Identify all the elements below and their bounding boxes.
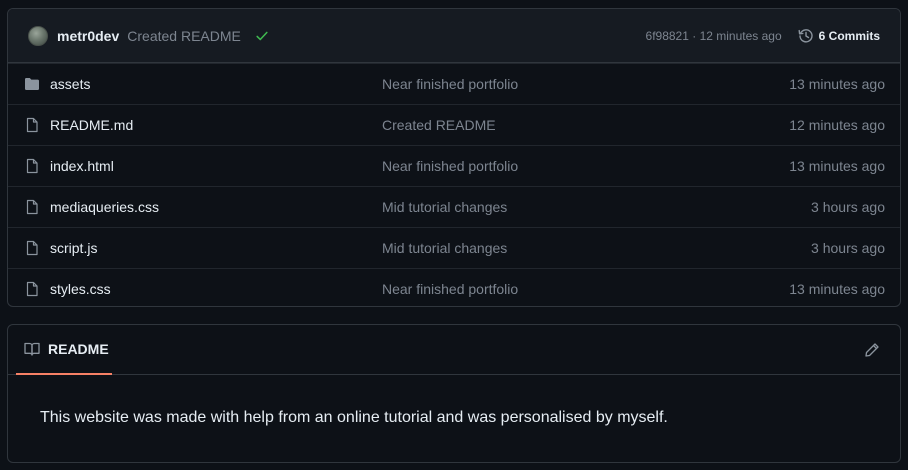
file-time: 13 minutes ago: [789, 158, 885, 174]
file-name[interactable]: styles.css: [50, 281, 111, 297]
file-icon: [24, 240, 40, 256]
latest-commit-bar: metr0dev Created README 6f98821 · 12 min…: [8, 9, 900, 63]
commits-history-link[interactable]: 6 Commits: [798, 28, 880, 44]
book-icon: [24, 341, 40, 357]
file-icon: [24, 281, 40, 297]
commit-message[interactable]: Created README: [127, 28, 241, 44]
history-icon: [798, 28, 819, 44]
pencil-icon[interactable]: [864, 342, 880, 358]
file-commit-message[interactable]: Mid tutorial changes: [382, 199, 507, 215]
file-name[interactable]: script.js: [50, 240, 97, 256]
file-name[interactable]: index.html: [50, 158, 114, 174]
check-icon[interactable]: [255, 29, 269, 43]
file-row[interactable]: index.html Near finished portfolio 13 mi…: [8, 145, 900, 186]
commits-label: 6 Commits: [818, 29, 880, 43]
file-row[interactable]: README.md Created README 12 minutes ago: [8, 104, 900, 145]
file-icon: [24, 158, 40, 174]
readme-content: This website was made with help from an …: [40, 409, 668, 426]
file-time: 13 minutes ago: [789, 281, 885, 297]
file-icon: [24, 199, 40, 215]
file-name[interactable]: mediaqueries.css: [50, 199, 159, 215]
file-commit-message[interactable]: Mid tutorial changes: [382, 240, 507, 256]
file-icon: [24, 117, 40, 133]
commit-author[interactable]: metr0dev: [57, 28, 119, 44]
readme-panel: README This website was made with help f…: [7, 324, 901, 463]
file-row[interactable]: script.js Mid tutorial changes 3 hours a…: [8, 227, 900, 268]
file-time: 3 hours ago: [811, 199, 885, 215]
file-browser: metr0dev Created README 6f98821 · 12 min…: [7, 8, 901, 307]
commit-sha-time[interactable]: 6f98821 · 12 minutes ago: [646, 29, 782, 43]
file-row[interactable]: assets Near finished portfolio 13 minute…: [8, 63, 900, 104]
file-row[interactable]: mediaqueries.css Mid tutorial changes 3 …: [8, 186, 900, 227]
avatar[interactable]: [28, 25, 48, 46]
file-time: 12 minutes ago: [789, 117, 885, 133]
file-commit-message[interactable]: Near finished portfolio: [382, 281, 518, 297]
file-commit-message[interactable]: Near finished portfolio: [382, 76, 518, 92]
file-commit-message[interactable]: Near finished portfolio: [382, 158, 518, 174]
file-time: 13 minutes ago: [789, 76, 885, 92]
file-row[interactable]: styles.css Near finished portfolio 13 mi…: [8, 268, 900, 306]
file-commit-message[interactable]: Created README: [382, 117, 496, 133]
file-name[interactable]: README.md: [50, 117, 133, 133]
folder-icon: [24, 76, 40, 92]
readme-header: README: [8, 325, 900, 375]
tab-readme[interactable]: README: [16, 325, 112, 375]
file-time: 3 hours ago: [811, 240, 885, 256]
readme-tab-label: README: [48, 341, 109, 357]
file-name[interactable]: assets: [50, 76, 90, 92]
